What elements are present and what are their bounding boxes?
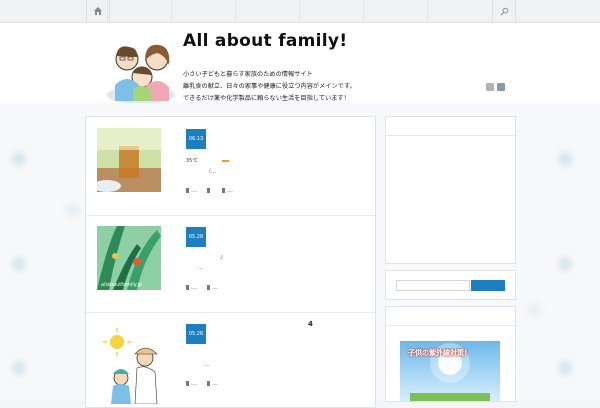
category-text: ___ xyxy=(191,187,197,192)
site-tagline: 小さい子どもと暮らす家族のための情報サイト 離乳食の献立、日々の家事や健康に役立… xyxy=(183,69,356,105)
post-excerpt: ♪ xyxy=(220,255,224,261)
rss-icon[interactable] xyxy=(486,83,494,91)
category-meta[interactable]: ___ xyxy=(186,187,197,193)
post-item[interactable]: allaboutfamily.jp 05.28 ♪ … ___ ___ xyxy=(86,215,375,313)
tagline-line: 離乳食の献立、日々の家事や健康に役立つ内容がメインです。 xyxy=(183,83,356,90)
sidebar-widget-empty xyxy=(385,116,516,264)
comment-icon xyxy=(207,380,210,386)
facebook-icon[interactable] xyxy=(497,83,505,91)
decorative-dot xyxy=(66,203,80,217)
search-button[interactable] xyxy=(492,0,516,22)
folder-icon xyxy=(186,187,189,193)
tagline-line: 小さい子どもと暮らす家族のための情報サイト xyxy=(183,71,313,78)
folder-icon xyxy=(186,284,189,290)
category-text: ___ xyxy=(191,284,197,289)
comment-meta[interactable]: ___ xyxy=(207,380,218,386)
post-thumbnail-sun-kids[interactable] xyxy=(97,324,167,404)
post-date-badge: 06.13 xyxy=(186,129,206,149)
nav-item[interactable] xyxy=(107,0,172,22)
search-submit-button[interactable] xyxy=(471,280,505,291)
comment-text: ___ xyxy=(212,380,218,385)
category-meta[interactable]: ___ xyxy=(186,284,197,290)
tag-icon xyxy=(207,187,210,193)
sidebar-search-widget xyxy=(385,270,516,300)
comment-meta[interactable]: ___ xyxy=(222,187,233,193)
post-excerpt: … xyxy=(204,362,209,368)
site-header: All about family! 小さい子どもと暮らす家族のための情報サイト … xyxy=(0,23,600,105)
post-item[interactable]: 06.13 35℃ （… ___ ___ xyxy=(86,117,375,216)
home-icon xyxy=(94,7,102,15)
comment-meta[interactable]: ___ xyxy=(207,284,218,290)
home-button[interactable] xyxy=(86,0,110,22)
nav-item[interactable] xyxy=(363,0,428,22)
post-meta: ___ ___ xyxy=(186,284,218,290)
post-thumbnail-tea[interactable] xyxy=(97,128,161,192)
comment-text: ___ xyxy=(227,187,233,192)
post-list: 06.13 35℃ （… ___ ___ allaboutfamily.jp 0… xyxy=(85,116,376,408)
nav-item[interactable] xyxy=(171,0,236,22)
sidebar-banner-widget: 子供の紫外線対策！ xyxy=(385,306,516,402)
comment-text: ___ xyxy=(212,284,218,289)
widget-header xyxy=(386,307,515,326)
post-excerpt: （… xyxy=(206,169,217,175)
site-title[interactable]: All about family! xyxy=(183,31,347,51)
thumbnail-watermark: allaboutfamily.jp xyxy=(101,282,142,288)
top-navigation xyxy=(0,0,600,23)
post-thumbnail-plants[interactable]: allaboutfamily.jp xyxy=(97,226,161,290)
comment-icon xyxy=(207,284,210,290)
banner-text: 子供の紫外線対策！ xyxy=(408,349,471,357)
decorative-dot xyxy=(12,257,26,271)
nav-item[interactable] xyxy=(427,0,492,22)
decorative-dot xyxy=(558,152,572,166)
family-illustration-logo[interactable] xyxy=(105,35,177,105)
decorative-dot xyxy=(558,361,572,375)
nav-item[interactable] xyxy=(235,0,300,22)
post-excerpt: … xyxy=(198,265,203,271)
decorative-dot xyxy=(558,257,572,271)
nav-item[interactable] xyxy=(299,0,364,22)
folder-icon xyxy=(186,380,189,386)
post-meta: ___ ___ xyxy=(186,380,218,386)
widget-header xyxy=(386,117,515,136)
decorative-dot xyxy=(527,303,541,317)
post-number: 4 xyxy=(308,320,313,328)
decorative-dot xyxy=(12,361,26,375)
search-icon xyxy=(500,7,508,15)
category-text: ___ xyxy=(191,380,197,385)
comment-icon xyxy=(222,187,225,193)
category-meta[interactable]: ___ xyxy=(186,380,197,386)
post-meta: ___ ___ xyxy=(186,187,233,193)
post-date-badge: 05.26 xyxy=(186,324,206,344)
tag-meta[interactable] xyxy=(207,187,212,193)
post-excerpt: 35℃ xyxy=(186,158,198,164)
highlight-mark xyxy=(222,160,229,162)
decorative-dot xyxy=(12,152,26,166)
search-input[interactable] xyxy=(396,280,470,291)
post-item[interactable]: 05.26 4 … ___ ___ xyxy=(86,312,375,407)
post-date-badge: 05.28 xyxy=(186,227,206,247)
